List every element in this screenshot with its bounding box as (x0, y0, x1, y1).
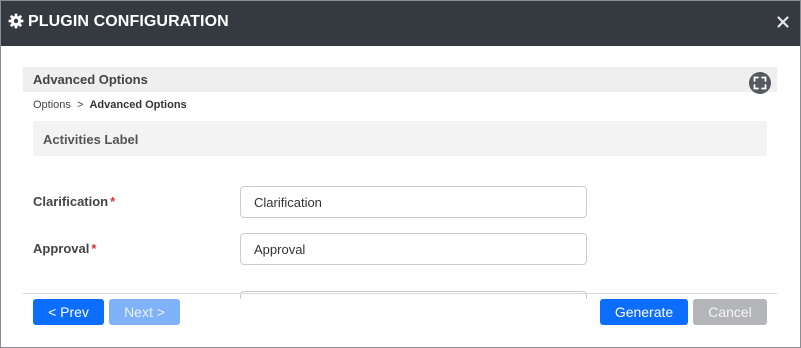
clarification-label-text: Clarification (33, 194, 109, 209)
breadcrumb-separator: > (76, 99, 84, 111)
fullscreen-icon (753, 76, 767, 90)
group-header: Activities Label (33, 121, 767, 156)
breadcrumb: Options > Advanced Options (33, 99, 187, 111)
section-header: Advanced Options (23, 67, 777, 92)
clarification-input[interactable] (240, 186, 587, 218)
fullscreen-button[interactable] (749, 72, 771, 94)
close-icon[interactable] (777, 16, 789, 28)
group-title: Activities Label (43, 132, 139, 147)
plugin-configuration-dialog: PLUGIN CONFIGURATION Advanced Options Op… (0, 0, 801, 348)
breadcrumb-link-options[interactable]: Options (33, 99, 71, 111)
clarification-label: Clarification * (33, 194, 115, 209)
required-marker: * (91, 241, 97, 256)
approval-input[interactable] (240, 233, 587, 265)
dialog-title: PLUGIN CONFIGURATION (28, 13, 229, 30)
prev-button[interactable]: < Prev (33, 299, 104, 325)
cancel-button[interactable]: Cancel (693, 299, 767, 325)
generate-button[interactable]: Generate (600, 299, 688, 325)
breadcrumb-current: Advanced Options (89, 99, 187, 111)
section-title: Advanced Options (33, 72, 148, 87)
gear-icon (8, 13, 24, 29)
dialog-titlebar: PLUGIN CONFIGURATION (1, 1, 800, 46)
required-marker: * (110, 194, 116, 209)
approval-label-text: Approval (33, 241, 90, 256)
approval-label: Approval * (33, 241, 96, 256)
footer-divider (23, 293, 777, 294)
next-button[interactable]: Next > (109, 299, 180, 325)
